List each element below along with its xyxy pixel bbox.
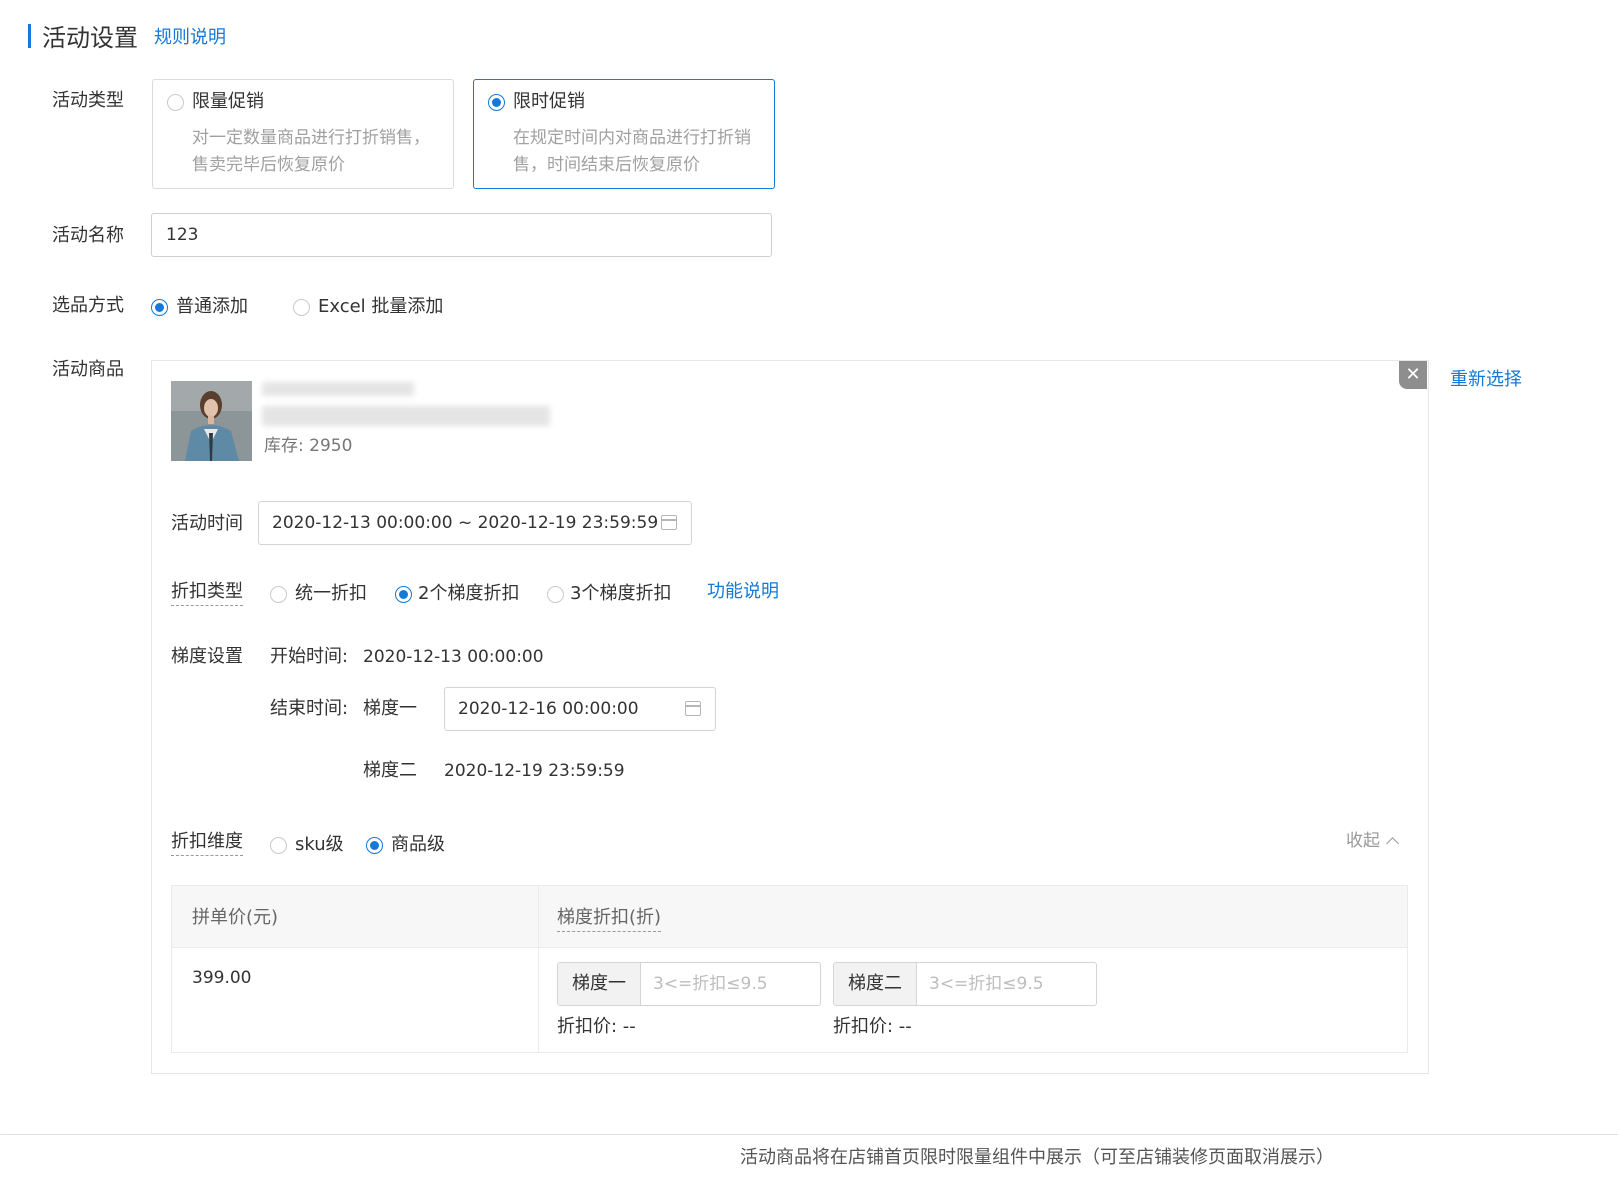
option-label: 统一折扣: [295, 583, 367, 604]
footer-note: 活动商品将在店铺首页限时限量组件中展示（可至店铺装修页面取消展示）: [740, 1147, 1334, 1168]
option-label: 3个梯度折扣: [570, 583, 672, 604]
selection-normal-option[interactable]: 普通添加: [151, 295, 248, 319]
close-icon[interactable]: ✕: [1399, 361, 1427, 389]
calendar-icon: [685, 701, 701, 716]
option-label: 商品级: [391, 834, 445, 855]
tier1-end-date-value: 2020-12-16 00:00:00: [458, 699, 639, 719]
selection-excel-option[interactable]: Excel 批量添加: [293, 295, 443, 319]
radio-product[interactable]: [366, 836, 383, 854]
discount-3tier-option[interactable]: 3个梯度折扣: [547, 582, 671, 606]
end-time-label: 结束时间:: [270, 698, 349, 719]
tier1-discount-price: 折扣价: --: [557, 1016, 636, 1037]
tier1-placeholder: 3<=折扣≤9.5: [653, 974, 768, 994]
start-time-value: 2020-12-13 00:00:00: [363, 647, 544, 667]
card-title: 限时促销: [513, 91, 585, 112]
dimension-sku-option[interactable]: sku级: [270, 833, 344, 857]
footer-divider: [0, 1134, 1618, 1135]
column-divider: [538, 886, 539, 1052]
activity-type-card-quantity[interactable]: 限量促销 对一定数量商品进行打折销售，售卖完毕后恢复原价: [152, 79, 454, 189]
start-time-label: 开始时间:: [270, 646, 349, 667]
activity-time-range-picker[interactable]: 2020-12-13 00:00:00 ~ 2020-12-19 23:59:5…: [258, 501, 692, 545]
page-title: 活动设置: [42, 24, 138, 52]
activity-time-label: 活动时间: [171, 513, 243, 534]
discount-type-label: 折扣类型: [171, 580, 243, 606]
discount-table: 拼单价(元) 梯度折扣(折) 399.00 梯度一 3<=折扣≤9.5 折扣价:…: [171, 885, 1408, 1053]
option-label: 普通添加: [176, 296, 248, 317]
radio-2tier[interactable]: [395, 585, 412, 603]
discount-uniform-option[interactable]: 统一折扣: [270, 582, 367, 606]
product-title-blurred: [262, 382, 414, 396]
discount-dimension-label: 折扣维度: [171, 830, 243, 856]
chevron-up-icon: [1386, 837, 1399, 850]
radio-normal[interactable]: [151, 298, 168, 316]
table-header-row: [172, 886, 1407, 948]
feature-help-link[interactable]: 功能说明: [707, 580, 779, 604]
radio-sku[interactable]: [270, 836, 287, 854]
rules-link[interactable]: 规则说明: [154, 26, 226, 50]
calendar-icon: [661, 515, 677, 530]
activity-name-label: 活动名称: [52, 225, 124, 246]
tier1-addon: 梯度一: [558, 963, 641, 1005]
tier-settings-label: 梯度设置: [171, 646, 243, 667]
tier2-end-date-value: 2020-12-19 23:59:59: [444, 761, 625, 781]
product-subtitle-blurred: [262, 406, 550, 426]
tier1-label: 梯度一: [363, 698, 417, 719]
dimension-product-option[interactable]: 商品级: [366, 833, 445, 857]
selection-method-label: 选品方式: [52, 295, 124, 316]
title-accent-bar: [28, 24, 31, 48]
tier2-label: 梯度二: [363, 760, 417, 781]
card-title: 限量促销: [192, 91, 264, 112]
activity-name-input[interactable]: 123: [151, 213, 772, 257]
activity-type-card-time[interactable]: 限时促销 在规定时间内对商品进行打折销售，时间结束后恢复原价: [473, 79, 775, 189]
tier2-discount-input[interactable]: 梯度二 3<=折扣≤9.5: [833, 962, 1097, 1006]
tier2-discount-price: 折扣价: --: [833, 1016, 912, 1037]
option-label: sku级: [295, 834, 344, 855]
activity-time-value: 2020-12-13 00:00:00 ~ 2020-12-19 23:59:5…: [272, 513, 659, 533]
option-label: 2个梯度折扣: [418, 583, 520, 604]
collapse-toggle[interactable]: 收起: [1346, 830, 1399, 852]
tier2-placeholder: 3<=折扣≤9.5: [929, 974, 1044, 994]
activity-type-label: 活动类型: [52, 90, 124, 111]
tier1-end-date-picker[interactable]: 2020-12-16 00:00:00: [444, 687, 716, 731]
tier1-discount-input[interactable]: 梯度一 3<=折扣≤9.5: [557, 962, 821, 1006]
radio-excel[interactable]: [293, 298, 310, 316]
header-price: 拼单价(元): [192, 907, 279, 928]
header-tier-discount: 梯度折扣(折): [557, 906, 662, 932]
radio-3tier[interactable]: [547, 585, 564, 603]
radio-time[interactable]: [488, 93, 505, 111]
card-description: 对一定数量商品进行打折销售，售卖完毕后恢复原价: [192, 128, 430, 175]
radio-quantity[interactable]: [167, 93, 184, 111]
activity-goods-label: 活动商品: [52, 359, 124, 380]
reselect-link[interactable]: 重新选择: [1450, 368, 1522, 392]
option-label: Excel 批量添加: [318, 296, 444, 317]
tier2-addon: 梯度二: [834, 963, 917, 1005]
card-description: 在规定时间内对商品进行打折销售，时间结束后恢复原价: [513, 128, 751, 175]
collapse-label: 收起: [1346, 831, 1380, 851]
discount-2tier-option[interactable]: 2个梯度折扣: [395, 582, 519, 606]
price-cell: 399.00: [192, 968, 252, 988]
product-stock: 库存: 2950: [264, 436, 353, 456]
radio-uniform[interactable]: [270, 585, 287, 603]
product-image: [171, 381, 252, 461]
